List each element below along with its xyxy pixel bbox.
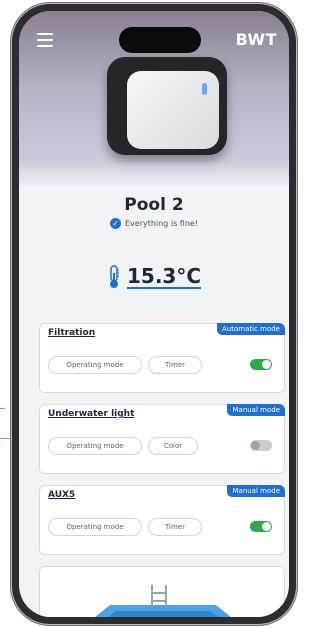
- device-led: [202, 83, 207, 95]
- filtration-card: Filtration Automatic mode Operating mode…: [39, 323, 285, 393]
- mode-badge[interactable]: Automatic mode: [217, 323, 285, 335]
- temperature-value: 15.3°C: [126, 264, 202, 289]
- check-circle-icon: ✓: [109, 218, 121, 229]
- card-title: Underwater light: [48, 409, 135, 419]
- decorative-line: [0, 408, 5, 409]
- pool-illustration-card[interactable]: [39, 566, 285, 617]
- brand-logo: BWT: [235, 30, 277, 49]
- hamburger-menu-icon[interactable]: [37, 33, 53, 47]
- operating-mode-button[interactable]: Operating mode: [48, 518, 142, 536]
- camera-notch: [119, 27, 201, 53]
- card-title: Filtration: [48, 328, 96, 338]
- operating-mode-button[interactable]: Operating mode: [48, 356, 142, 374]
- app-screen: BWT Pool 2 ✓ Everything is fine! 15.3°C: [19, 11, 289, 617]
- thermometer-icon: [109, 265, 119, 288]
- pool-title: Pool 2: [124, 195, 184, 215]
- pool-icon: [95, 585, 231, 617]
- phone-frame: BWT Pool 2 ✓ Everything is fine! 15.3°C: [12, 4, 296, 624]
- underwater-light-card: Underwater light Manual mode Operating m…: [39, 404, 285, 474]
- status-text: Everything is fine!: [124, 219, 199, 228]
- temperature-display[interactable]: 15.3°C: [19, 265, 289, 289]
- underwater-light-toggle[interactable]: [250, 440, 272, 451]
- filtration-toggle[interactable]: [250, 359, 272, 370]
- aux5-card: AUX5 Manual mode Operating mode Timer: [39, 485, 285, 555]
- color-button[interactable]: Color: [148, 437, 198, 455]
- timer-button[interactable]: Timer: [148, 356, 202, 374]
- mode-badge[interactable]: Manual mode: [227, 404, 285, 416]
- operating-mode-button[interactable]: Operating mode: [48, 437, 142, 455]
- timer-button[interactable]: Timer: [148, 518, 202, 536]
- status-line: ✓ Everything is fine!: [19, 218, 289, 229]
- mode-badge[interactable]: Manual mode: [227, 485, 285, 497]
- device-image: [107, 57, 227, 155]
- card-title: AUX5: [48, 490, 76, 500]
- aux5-toggle[interactable]: [250, 521, 272, 532]
- hero-banner: BWT: [19, 11, 289, 186]
- decorative-line: [0, 438, 12, 439]
